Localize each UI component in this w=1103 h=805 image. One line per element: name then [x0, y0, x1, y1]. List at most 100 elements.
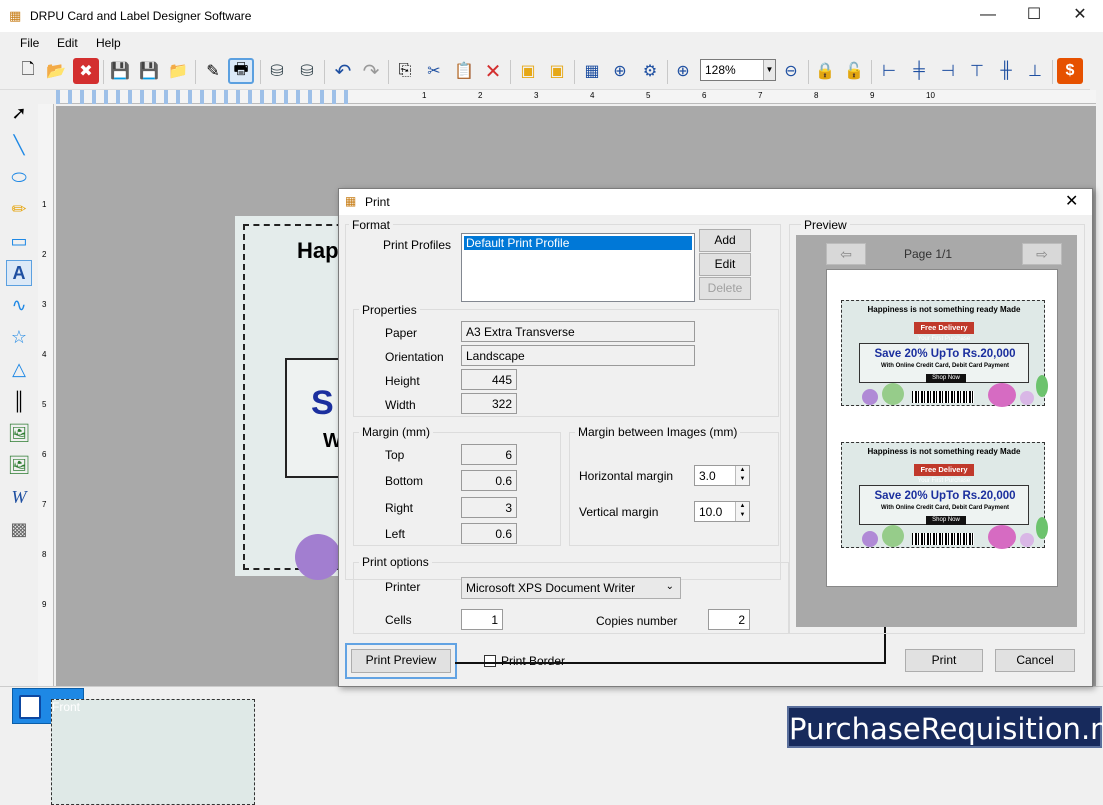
orientation-field[interactable]: Landscape [461, 345, 695, 366]
send-back-icon[interactable]: ▣ [544, 58, 570, 84]
label-circle [862, 389, 878, 405]
save-as-icon[interactable]: 💾 [136, 58, 162, 84]
print-button[interactable]: Print [905, 649, 983, 672]
horizontal-margin-value: 3.0 [699, 469, 716, 483]
list-item[interactable]: Default Print Profile [464, 236, 692, 250]
grid-icon[interactable]: ▦ [579, 58, 605, 84]
align-top-icon[interactable]: ⊤ [964, 58, 990, 84]
next-page-icon[interactable]: ⇨ [1022, 243, 1062, 265]
watermark-tool-icon[interactable]: ▩ [6, 516, 32, 542]
print-dialog-icon: ▦ [345, 194, 357, 208]
card-heading[interactable]: Hap [297, 238, 339, 264]
width-field[interactable]: 322 [461, 393, 517, 414]
card-design[interactable]: Hap S W [235, 216, 355, 580]
image-library-icon[interactable]: 🖼 [6, 452, 32, 478]
paste-icon[interactable]: 📋 [451, 58, 477, 84]
edit-pencil-icon[interactable]: ✎ [200, 58, 226, 84]
cancel-button[interactable]: Cancel [995, 649, 1075, 672]
dialog-title: Print [365, 195, 390, 209]
pencil-tool-icon[interactable]: ✏ [6, 196, 32, 222]
ruler-tick: 5 [42, 400, 47, 409]
triangle-tool-icon[interactable]: △ [6, 356, 32, 382]
tab-front[interactable]: Front [12, 688, 255, 805]
close-button[interactable]: ✕ [1057, 0, 1103, 32]
center-icon[interactable]: ⊕ [607, 58, 633, 84]
export-icon[interactable]: 📁 [165, 58, 191, 84]
undo-icon[interactable]: ↶ [330, 58, 356, 84]
unlock-icon[interactable]: 🔓 [841, 58, 867, 84]
prev-page-icon[interactable]: ⇦ [826, 243, 866, 265]
new-file-icon[interactable]: 🗋 [15, 58, 41, 84]
label-circle [1036, 517, 1048, 539]
spin-arrows-icon[interactable]: ▲ ▼ [735, 502, 749, 521]
redo-icon[interactable]: ↷ [358, 58, 384, 84]
zoom-out-icon[interactable]: ⊖ [778, 58, 804, 84]
database-icon[interactable]: ⛁ [294, 58, 320, 84]
wordart-tool-icon[interactable]: W [6, 484, 32, 510]
cut-icon[interactable]: ✂ [421, 58, 447, 84]
align-bottom-icon[interactable]: ⊥ [1022, 58, 1048, 84]
database-add-icon[interactable]: ⛁ [264, 58, 290, 84]
settings-icon[interactable]: ⚙ [637, 58, 663, 84]
delete-icon[interactable]: ✕ [480, 58, 506, 84]
margin-left-field[interactable]: 0.6 [461, 523, 517, 544]
chevron-down-icon[interactable]: ▼ [763, 60, 775, 80]
menu-help[interactable]: Help [96, 36, 121, 50]
print-options-group-label: Print options [359, 555, 432, 569]
print-preview-button[interactable]: Print Preview [351, 649, 451, 673]
line-tool-icon[interactable]: ╲ [6, 132, 32, 158]
close-doc-icon[interactable]: ✖ [73, 58, 99, 84]
toolbar-separator [324, 60, 325, 84]
select-tool-icon[interactable]: ➚ [6, 100, 32, 126]
align-center-icon[interactable]: ╪ [906, 58, 932, 84]
label-circle [882, 383, 904, 405]
star-tool-icon[interactable]: ☆ [6, 324, 32, 350]
copy-icon[interactable]: ⎘ [392, 58, 418, 84]
rectangle-tool-icon[interactable]: ▭ [6, 228, 32, 254]
print-preview-button-focus[interactable]: Print Preview [345, 643, 457, 679]
buy-icon[interactable]: $ [1057, 58, 1083, 84]
bring-front-icon[interactable]: ▣ [515, 58, 541, 84]
align-right-icon[interactable]: ⊣ [935, 58, 961, 84]
card-page-icon [19, 695, 41, 719]
height-field[interactable]: 445 [461, 369, 517, 390]
margin-bottom-field[interactable]: 0.6 [461, 470, 517, 491]
save-icon[interactable]: 💾 [107, 58, 133, 84]
title-bar: ▦ DRPU Card and Label Designer Software … [0, 0, 1103, 32]
zoom-in-icon[interactable]: ⊕ [670, 58, 696, 84]
ellipse-tool-icon[interactable]: ⬭ [6, 164, 32, 190]
maximize-button[interactable]: ☐ [1011, 0, 1057, 32]
text-tool-icon[interactable]: A [6, 260, 32, 286]
dialog-close-icon[interactable]: ✕ [1065, 191, 1078, 211]
label-save-text: Save 20% UpTo Rs.20,000 [874, 348, 1016, 360]
print-profiles-list[interactable]: Default Print Profile [461, 233, 695, 302]
menu-file[interactable]: File [20, 36, 39, 50]
menu-edit[interactable]: Edit [57, 36, 78, 50]
align-left-icon[interactable]: ⊢ [876, 58, 902, 84]
margin-top-field[interactable]: 6 [461, 444, 517, 465]
tool-palette: ➚ ╲ ⬭ ✏ ▭ A ∿ ☆ △ ║ 🖼 🖼 W ▩ [0, 96, 36, 686]
minimize-button[interactable]: — [965, 0, 1011, 32]
vertical-margin-stepper[interactable]: 10.0 ▲ ▼ [694, 501, 750, 522]
spin-arrows-icon[interactable]: ▲ ▼ [735, 466, 749, 485]
open-folder-icon[interactable]: 📂 [43, 58, 69, 84]
margin-images-group-label: Margin between Images (mm) [575, 425, 741, 439]
delete-profile-button[interactable]: Delete [699, 277, 751, 300]
margin-right-field[interactable]: 3 [461, 497, 517, 518]
card-circle[interactable] [295, 534, 341, 580]
add-profile-button[interactable]: Add [699, 229, 751, 252]
image-tool-icon[interactable]: 🖼 [6, 420, 32, 446]
align-middle-icon[interactable]: ╫ [993, 58, 1019, 84]
curve-tool-icon[interactable]: ∿ [6, 292, 32, 318]
paper-field[interactable]: A3 Extra Transverse [461, 321, 695, 342]
barcode-tool-icon[interactable]: ║ [6, 388, 32, 414]
zoom-select[interactable]: 128% ▼ [700, 59, 776, 81]
lock-icon[interactable]: 🔒 [812, 58, 838, 84]
label-circle [988, 383, 1016, 407]
height-label: Height [385, 374, 420, 388]
print-dialog: ▦ Print ✕ Format Print Profiles Default … [338, 188, 1093, 687]
card-save-text[interactable]: S [311, 384, 334, 423]
horizontal-margin-stepper[interactable]: 3.0 ▲ ▼ [694, 465, 750, 486]
edit-profile-button[interactable]: Edit [699, 253, 751, 276]
print-icon[interactable]: 🖶 [228, 58, 254, 84]
